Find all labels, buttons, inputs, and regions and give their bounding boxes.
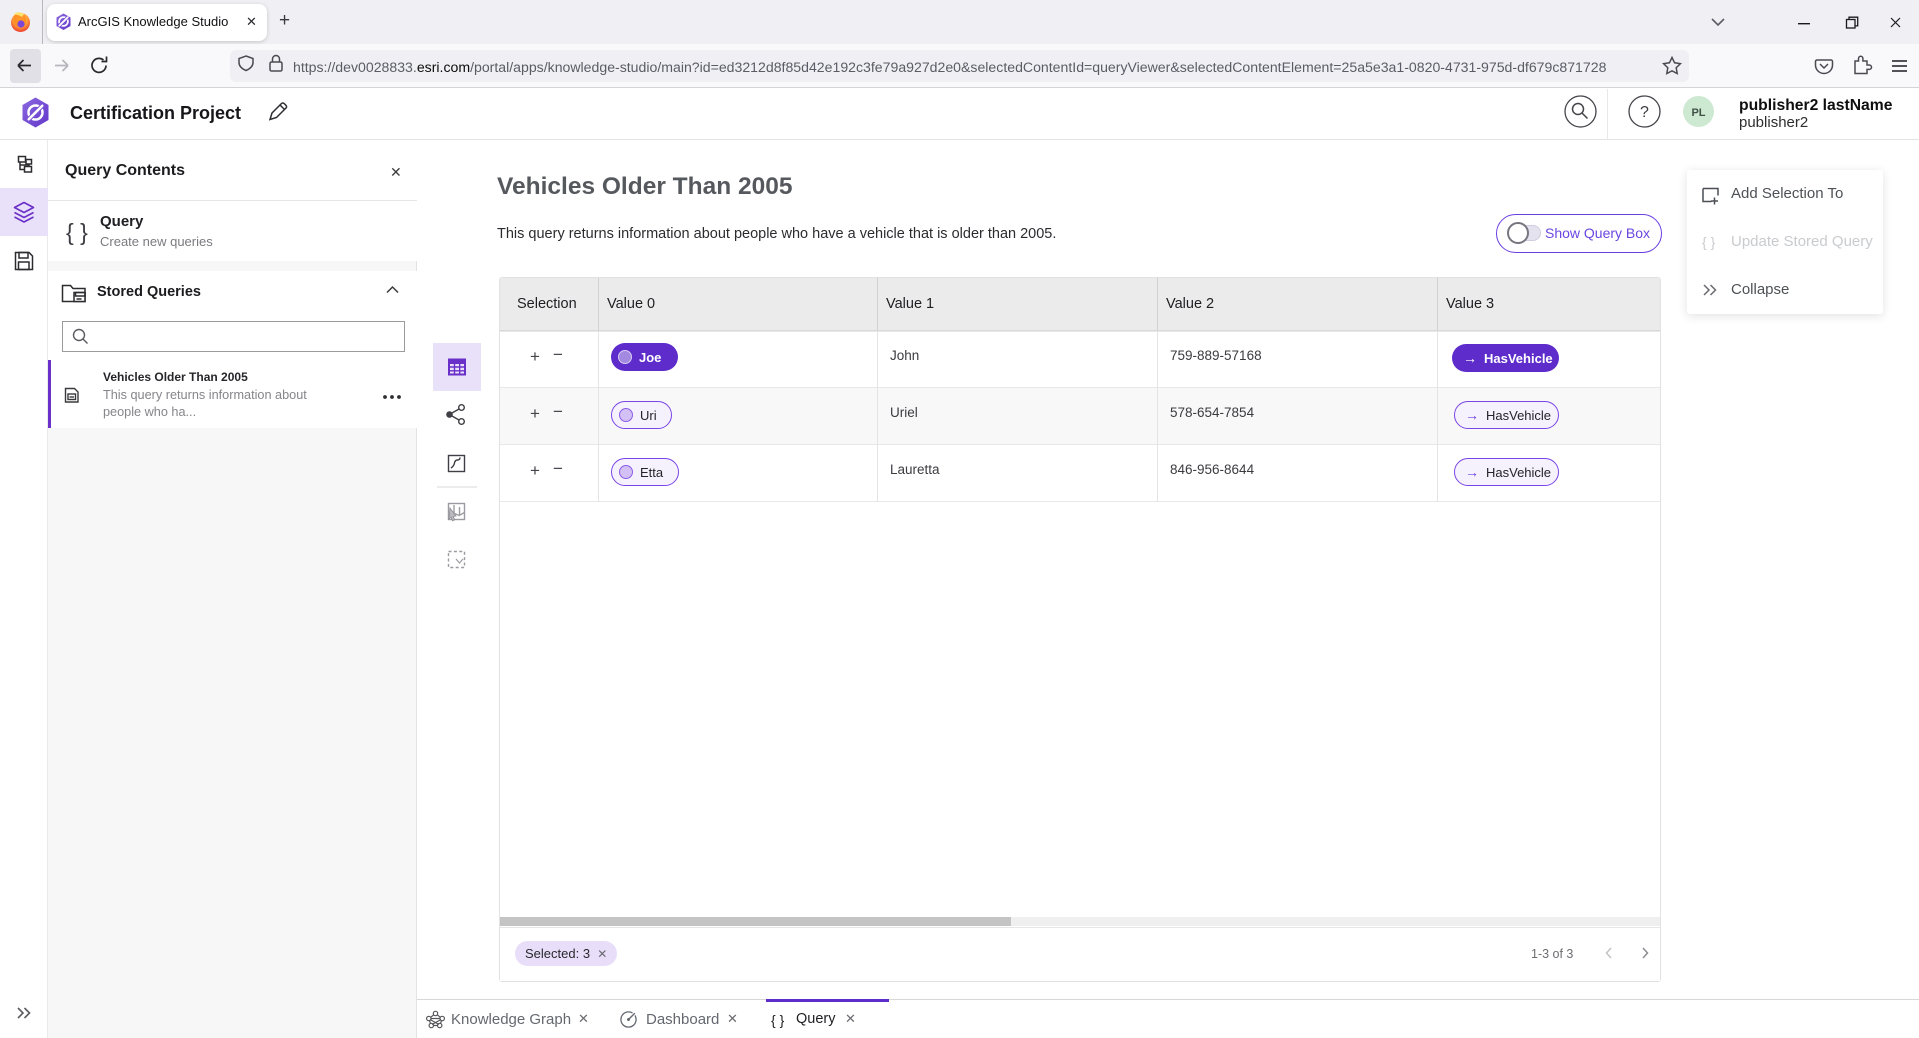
svg-text:?: ? — [1640, 104, 1649, 121]
svg-text:{ }: { } — [66, 219, 88, 245]
svg-text:{ }: { } — [1702, 234, 1716, 250]
svg-text:{ }: { } — [771, 1012, 785, 1028]
svg-text:PL: PL — [1691, 107, 1705, 119]
